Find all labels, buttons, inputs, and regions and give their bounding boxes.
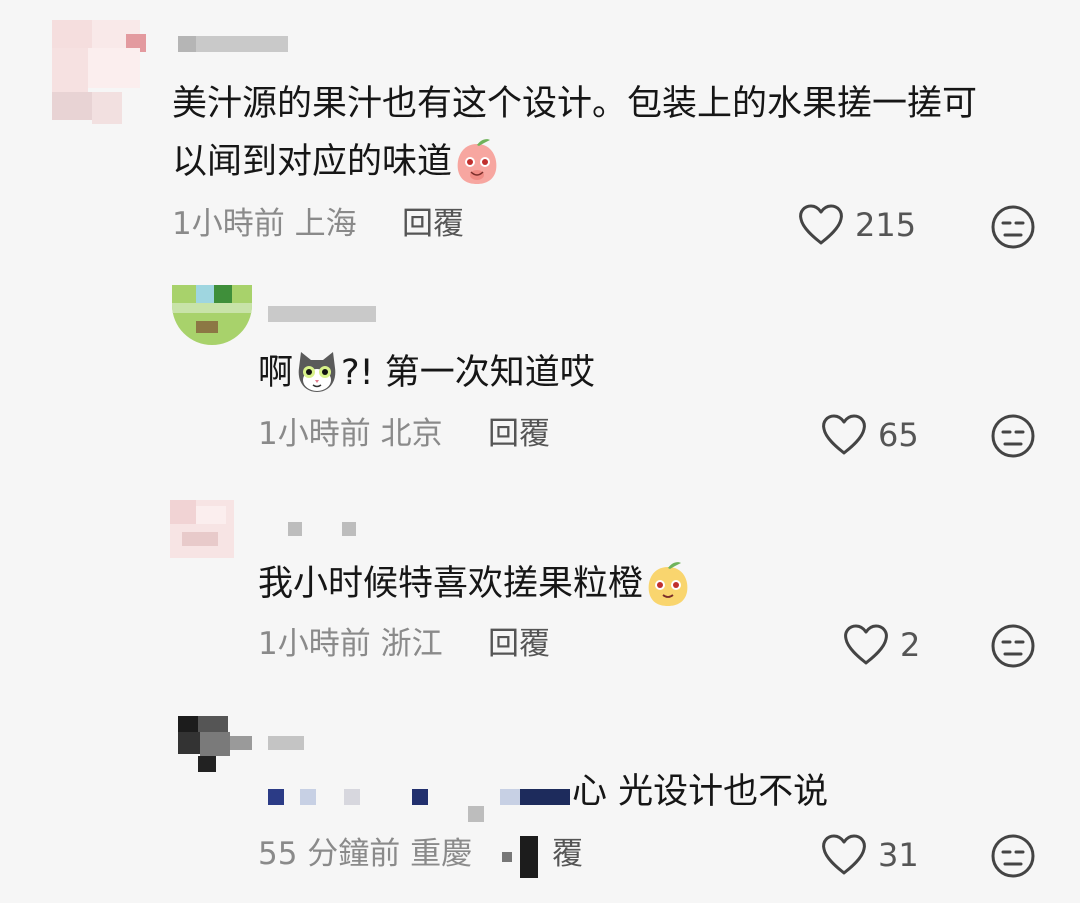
cat-face-emoji-icon [298,352,336,392]
location: 北京 [380,416,443,452]
like-button[interactable]: 215 [797,203,916,247]
comment-text: 啊 ?! 第一次知道哎 [258,352,595,396]
neutral-face-icon[interactable] [990,623,1036,669]
avatar[interactable] [178,716,252,772]
comment-meta: 1小時前 上海 [172,206,357,242]
comment-text: 心 光设计也不说 [572,772,829,812]
like-count: 215 [855,206,917,244]
timestamp: 55 分鐘前 [258,836,401,872]
comment-meta: 55 分鐘前 重慶 [258,836,472,872]
username-blurred[interactable] [288,522,302,536]
neutral-face-icon[interactable] [990,204,1036,250]
comment-text: 我小时候特喜欢搓果粒橙 [258,562,693,608]
comment-meta: 1小時前 北京 [258,416,443,452]
timestamp: 1小時前 [258,416,371,452]
heart-outline-icon [822,414,866,455]
orange-face-emoji-icon [648,562,688,606]
username-blurred[interactable] [268,306,376,322]
like-count: 31 [878,836,919,874]
reply-button[interactable]: 回覆 [488,416,550,452]
location: 重慶 [410,836,473,872]
location: 上海 [294,206,357,242]
like-count: 65 [878,416,919,454]
heart-outline-icon [844,624,888,665]
timestamp: 1小時前 [172,206,285,242]
avatar[interactable] [52,20,148,124]
neutral-face-icon[interactable] [990,413,1036,459]
avatar[interactable] [170,500,234,558]
reply-button[interactable]: 回覆 [488,626,550,662]
neutral-face-icon[interactable] [990,833,1036,879]
location: 浙江 [380,626,443,662]
timestamp: 1小時前 [258,626,371,662]
username-blurred[interactable] [268,736,304,750]
peach-face-emoji-icon [457,139,497,184]
heart-outline-icon [799,204,843,245]
reply-button[interactable]: 回覆 [402,206,464,242]
like-button[interactable]: 65 [820,413,919,457]
reply-button[interactable]: 覆 [552,836,583,872]
like-count: 2 [900,626,921,664]
like-button[interactable]: 31 [820,833,919,877]
avatar[interactable] [172,285,252,345]
comment-meta: 1小時前 浙江 [258,626,443,662]
comment-text: 以闻到对应的味道 [172,139,502,186]
like-button[interactable]: 2 [842,623,920,667]
comment-text: 美汁源的果汁也有这个设计。包装上的水果搓一搓可 [172,84,978,124]
heart-outline-icon [822,834,866,875]
